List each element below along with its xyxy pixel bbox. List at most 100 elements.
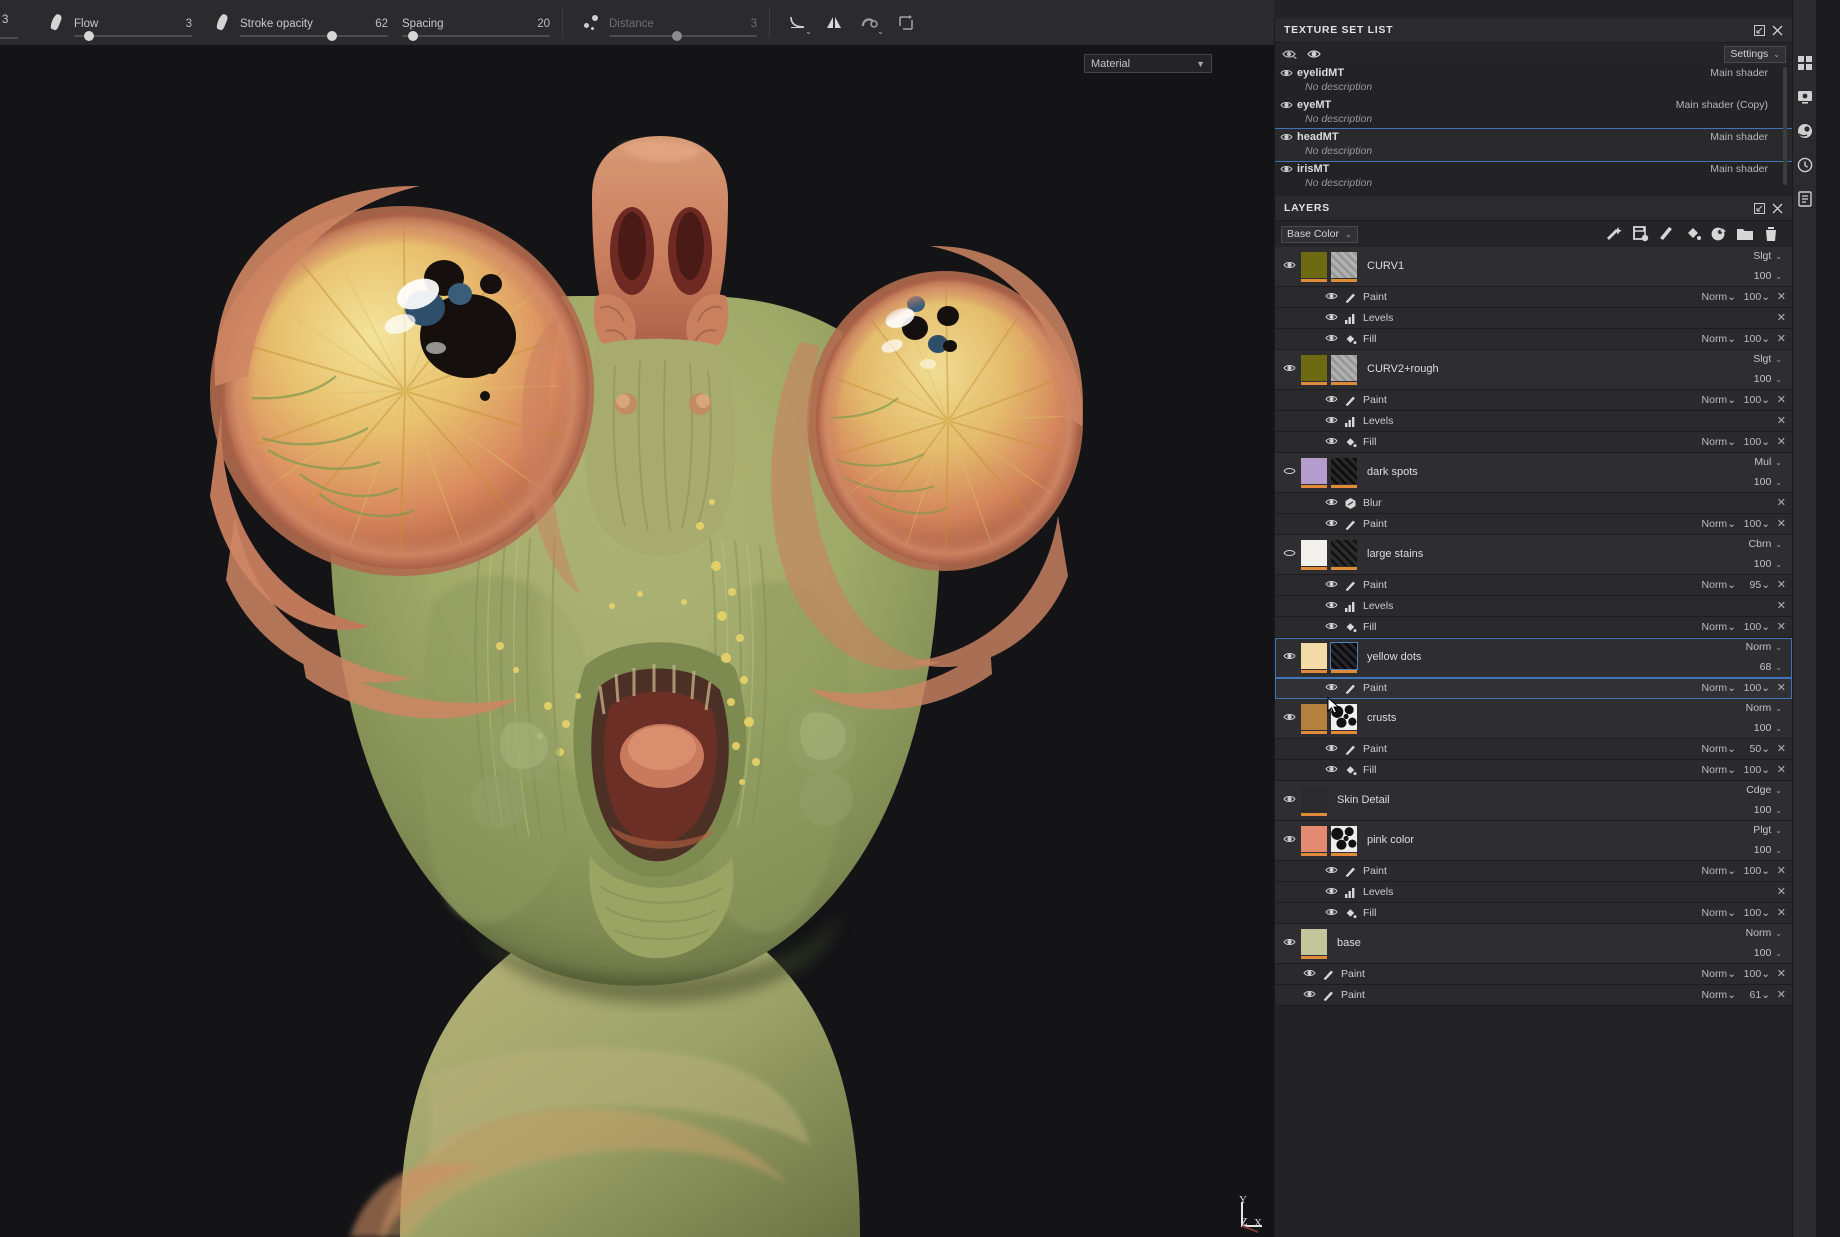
visibility-toggle-on-icon[interactable] — [1325, 333, 1338, 343]
toggle-visibility-icon[interactable] — [1305, 45, 1323, 63]
layer-row[interactable]: dark spotsMul⌄100⌄ — [1275, 453, 1792, 493]
chevron-down-icon[interactable]: ⌄ — [1761, 436, 1770, 448]
chevron-down-icon[interactable]: ⌄ — [1727, 579, 1736, 591]
layer-opacity[interactable]: 100⌄ — [1754, 558, 1782, 570]
chevron-down-icon[interactable]: ⌄ — [1727, 989, 1736, 1001]
layer-effect-row[interactable]: PaintNorm⌄61⌄✕ — [1275, 985, 1792, 1006]
remove-effect-icon[interactable]: ✕ — [1777, 578, 1786, 591]
texture-set-settings-button[interactable]: Settings ⌄ — [1724, 46, 1786, 63]
effect-blend-mode[interactable]: Norm⌄ — [1702, 436, 1736, 448]
chevron-down-icon[interactable]: ⌄ — [1761, 764, 1770, 776]
chevron-down-icon[interactable]: ⌄ — [1727, 682, 1736, 694]
chevron-down-icon[interactable]: ⌄ — [1761, 579, 1770, 591]
layer-mask-thumbnail[interactable] — [1331, 826, 1357, 852]
chevron-down-icon[interactable]: ⌄ — [1727, 743, 1736, 755]
layer-effect-row[interactable]: Levels✕ — [1275, 882, 1792, 903]
effect-opacity[interactable]: 100⌄ — [1744, 764, 1770, 776]
chevron-down-icon[interactable]: ⌄ — [1775, 643, 1782, 652]
clipped-param[interactable]: 3 — [0, 0, 30, 46]
layer-row[interactable]: CURV1Slgt⌄100⌄ — [1275, 247, 1792, 287]
remove-effect-icon[interactable]: ✕ — [1777, 864, 1786, 877]
effect-opacity[interactable]: 100⌄ — [1744, 333, 1770, 345]
layer-row[interactable]: yellow dotsNorm⌄68⌄ — [1275, 638, 1792, 678]
chevron-down-icon[interactable]: ⌄ — [1727, 907, 1736, 919]
layer-color-thumbnail[interactable] — [1301, 252, 1327, 278]
visibility-toggle-on-icon[interactable] — [1325, 600, 1338, 610]
chevron-down-icon[interactable]: ⌄ — [1775, 478, 1782, 487]
effect-opacity[interactable]: 100⌄ — [1744, 968, 1770, 980]
chevron-down-icon[interactable]: ⌄ — [1775, 560, 1782, 569]
remove-effect-icon[interactable]: ✕ — [1777, 393, 1786, 406]
remove-effect-icon[interactable]: ✕ — [1777, 517, 1786, 530]
visibility-toggle-on-icon[interactable] — [1325, 764, 1338, 774]
layer-blend-mode[interactable]: Plgt⌄ — [1753, 824, 1782, 836]
effect-opacity[interactable]: 100⌄ — [1744, 682, 1770, 694]
layer-effect-row[interactable]: PaintNorm⌄100⌄✕ — [1275, 390, 1792, 411]
layer-row[interactable]: CURV2+roughSlgt⌄100⌄ — [1275, 350, 1792, 390]
flow-slider-knob[interactable] — [84, 31, 94, 41]
layer-mask-thumbnail[interactable] — [1331, 643, 1357, 669]
effect-opacity[interactable]: 100⌄ — [1744, 865, 1770, 877]
clipped-param-slider[interactable] — [0, 37, 18, 39]
chevron-down-icon[interactable]: ⌄ — [1775, 806, 1782, 815]
grid-view-icon[interactable] — [1793, 46, 1817, 80]
add-folder-icon[interactable] — [1732, 222, 1758, 246]
layer-stack[interactable]: CURV1Slgt⌄100⌄PaintNorm⌄100⌄✕Levels✕Fill… — [1275, 247, 1792, 1237]
layer-effect-row[interactable]: Levels✕ — [1275, 596, 1792, 617]
chevron-down-icon[interactable]: ⌄ — [1727, 291, 1736, 303]
chevron-down-icon[interactable]: ⌄ — [1775, 949, 1782, 958]
chevron-down-icon[interactable]: ⌄ — [1727, 764, 1736, 776]
remove-effect-icon[interactable]: ✕ — [1777, 763, 1786, 776]
chevron-down-icon[interactable]: ⌄ — [1727, 394, 1736, 406]
distance-param[interactable]: Distance 3 — [609, 2, 759, 44]
layer-effect-row[interactable]: FillNorm⌄100⌄✕ — [1275, 760, 1792, 781]
effect-blend-mode[interactable]: Norm⌄ — [1702, 518, 1736, 530]
layer-blend-mode[interactable]: Mul⌄ — [1754, 456, 1782, 468]
display-settings-icon[interactable] — [1793, 80, 1817, 114]
effect-blend-mode[interactable]: Norm⌄ — [1702, 907, 1736, 919]
layer-row[interactable]: Skin DetailCdge⌄100⌄ — [1275, 781, 1792, 821]
visibility-toggle-on-icon[interactable] — [1280, 132, 1293, 142]
add-paint-layer-icon[interactable] — [1654, 222, 1680, 246]
toggle-all-visibility-icon[interactable] — [1281, 45, 1299, 63]
chevron-down-icon[interactable]: ⌄ — [1727, 518, 1736, 530]
visibility-toggle-on-icon[interactable] — [1283, 937, 1296, 947]
close-icon[interactable] — [1768, 199, 1786, 217]
visibility-toggle-on-icon[interactable] — [1303, 989, 1316, 999]
layer-color-thumbnail[interactable] — [1301, 355, 1327, 381]
chevron-down-icon[interactable]: ▼ — [1196, 59, 1205, 69]
chevron-down-icon[interactable]: ⌄ — [1775, 929, 1782, 938]
chevron-down-icon[interactable]: ⌄ — [1775, 826, 1782, 835]
effect-blend-mode[interactable]: Norm⌄ — [1702, 968, 1736, 980]
layer-blend-mode[interactable]: Norm⌄ — [1746, 702, 1782, 714]
history-icon[interactable] — [1793, 148, 1817, 182]
add-smart-material-icon[interactable] — [1706, 222, 1732, 246]
effect-blend-mode[interactable]: Norm⌄ — [1702, 865, 1736, 877]
visibility-toggle-on-icon[interactable] — [1325, 518, 1338, 528]
layer-blend-mode[interactable]: Cbrn⌄ — [1749, 538, 1782, 550]
stroke-opacity-slider-rail[interactable] — [240, 35, 388, 37]
chevron-down-icon[interactable]: ⌄ — [1727, 333, 1736, 345]
visibility-toggle-on-icon[interactable] — [1280, 68, 1293, 78]
remove-effect-icon[interactable]: ✕ — [1777, 620, 1786, 633]
chevron-down-icon[interactable]: ⌄ — [1761, 621, 1770, 633]
remove-effect-icon[interactable]: ✕ — [1777, 906, 1786, 919]
remove-effect-icon[interactable]: ✕ — [1777, 599, 1786, 612]
chevron-down-icon[interactable]: ⌄ — [1775, 704, 1782, 713]
layer-row[interactable]: pink colorPlgt⌄100⌄ — [1275, 821, 1792, 861]
rotation-icon[interactable]: ⌄ — [857, 10, 883, 36]
effect-opacity[interactable]: 100⌄ — [1744, 518, 1770, 530]
effect-opacity[interactable]: 50⌄ — [1750, 743, 1771, 755]
visibility-toggle-on-icon[interactable] — [1325, 312, 1338, 322]
layer-blend-mode[interactable]: Cdge⌄ — [1746, 784, 1782, 796]
layer-effect-row[interactable]: FillNorm⌄100⌄✕ — [1275, 329, 1792, 350]
texture-set-row[interactable]: eyeMTMain shader (Copy)No description — [1275, 97, 1792, 129]
chevron-down-icon[interactable]: ⌄ — [1761, 865, 1770, 877]
texture-set-row[interactable]: eyelidMTMain shaderNo description — [1275, 65, 1792, 97]
layer-effect-row[interactable]: PaintNorm⌄100⌄✕ — [1275, 861, 1792, 882]
effect-opacity[interactable]: 100⌄ — [1744, 394, 1770, 406]
visibility-toggle-off-icon[interactable] — [1283, 466, 1296, 476]
chevron-down-icon[interactable]: ⌄ — [1775, 375, 1782, 384]
layer-row[interactable]: crustsNorm⌄100⌄ — [1275, 699, 1792, 739]
channel-selector[interactable]: Base Color ⌄ — [1281, 226, 1358, 243]
